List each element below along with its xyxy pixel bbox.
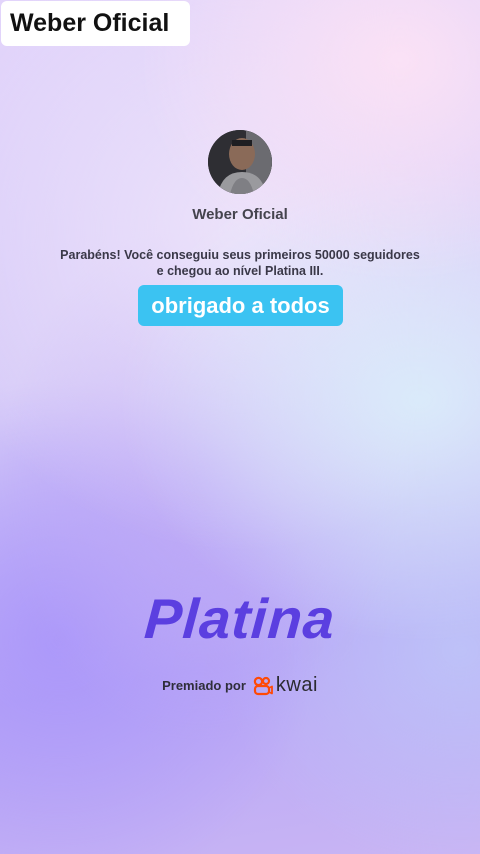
kwai-brand-text: kwai <box>275 674 318 696</box>
message-line-2: e chegou ao nível Platina III. <box>156 264 324 278</box>
caption-text: obrigado a todos <box>151 292 330 318</box>
video-title-tag: Weber Oficial <box>1 1 190 46</box>
kwai-logo-icon <box>253 676 273 695</box>
avatar[interactable] <box>208 130 272 194</box>
caption-banner: obrigado a todos <box>138 285 343 326</box>
award-row: Premiado por kwai <box>0 674 480 697</box>
profile-name: Weber Oficial <box>192 206 288 223</box>
avatar-photo <box>208 130 272 194</box>
award-label: Premiado por <box>162 678 246 693</box>
level-title: Platina <box>142 587 338 650</box>
message-line-1: Parabéns! Você conseguiu seus primeiros … <box>60 248 420 262</box>
congratulation-message: Parabéns! Você conseguiu seus primeiros … <box>40 247 440 279</box>
kwai-logo: kwai <box>253 674 318 697</box>
video-title-text: Weber Oficial <box>10 9 170 37</box>
